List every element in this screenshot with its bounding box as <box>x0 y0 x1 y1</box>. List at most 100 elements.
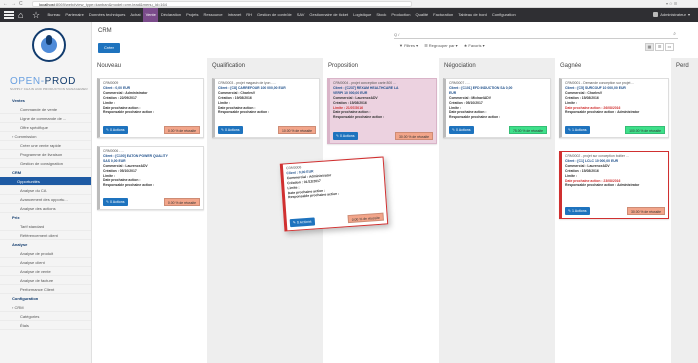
url-path: :8069/web#view_type=kanban&model=crm.lea… <box>54 2 167 7</box>
url-host: localhost <box>39 2 55 7</box>
sidebar-menu: Ventes Commande de vente Ligne de commande… <box>0 96 91 330</box>
menu-item-17[interactable]: Facturation <box>431 8 456 22</box>
card-field: Responsable prochaine action : <box>103 183 155 188</box>
sidebar-item[interactable]: Créer une vente rapide <box>0 141 91 150</box>
menu-item-1[interactable]: Partenaire <box>63 8 86 22</box>
menu-item-19[interactable]: Configuration <box>489 8 518 22</box>
menu-item-12[interactable]: Gestionnaire de ticket <box>307 8 351 22</box>
menu-item-15[interactable]: Production <box>389 8 413 22</box>
actions-button[interactable]: ✎ 0 Actions <box>449 126 474 134</box>
sidebar-item[interactable]: Programme de livraison <box>0 150 91 159</box>
sidebar-item[interactable]: Analyse de produit <box>0 249 91 258</box>
hamburger-menu-icon[interactable] <box>4 11 14 19</box>
actions-button[interactable]: ✎ 1 Actions <box>565 126 590 134</box>
browser-toolbar: ← → C localhost:8069/web#view_type=kanba… <box>0 0 698 8</box>
success-rate-badge: 100.00 % de réussite <box>625 126 665 134</box>
sidebar-item[interactable]: › Commission <box>0 132 91 141</box>
search-icon: ⌕ <box>673 31 676 37</box>
menu-item-8[interactable]: Intranet <box>225 8 244 22</box>
opportunity-card[interactable]: CRM0001 - Demande conception sur projet … <box>559 78 669 138</box>
browser-extension-icons[interactable]: ▾ ✩ ☰ <box>666 1 677 6</box>
chevron-down-icon: ▾ <box>687 12 690 17</box>
menu-item-3[interactable]: Achat <box>128 8 143 22</box>
sidebar-item[interactable]: Avancement des opportu... <box>0 195 91 204</box>
search-value: Q / <box>394 32 400 37</box>
sidebar-item[interactable]: Analyse client <box>0 258 91 267</box>
kanban-column: Perd <box>671 58 698 363</box>
sidebar-item[interactable]: Tarif standard <box>0 222 91 231</box>
menu-item-5[interactable]: Déclaration <box>158 8 183 22</box>
sidebar-item[interactable]: Référencement client <box>0 231 91 240</box>
menu-item-16[interactable]: Qualité <box>413 8 431 22</box>
opportunity-card[interactable]: CRM0009 Client : 0,00 EUR Commercial : Adm… <box>97 78 204 138</box>
address-bar[interactable]: localhost:8069/web#view_type=kanban&mode… <box>32 1 412 7</box>
sidebar-item[interactable]: Performance Client <box>0 285 91 294</box>
reload-icon[interactable]: C <box>19 1 23 7</box>
menu-item-6[interactable]: Projets <box>184 8 201 22</box>
form-view-icon[interactable]: ▭ <box>665 43 674 51</box>
column-title: Perd <box>676 63 689 69</box>
menu-item-4[interactable]: Vente <box>143 8 159 22</box>
sidebar-item[interactable]: Analyse de facture <box>0 276 91 285</box>
sidebar-item[interactable]: Analyse des actions <box>0 204 91 213</box>
user-name: Administrateur <box>660 12 686 17</box>
actions-button[interactable]: ✎ 1 Actions <box>565 207 590 215</box>
home-icon[interactable]: ⌂ <box>18 10 23 20</box>
opportunity-card[interactable]: CRM0008 Client : 0,00 EUR Commercial : Adm… <box>279 156 389 232</box>
menu-item-9[interactable]: RH <box>244 8 255 22</box>
success-rate-badge: 0.00 % de réussite <box>163 198 200 206</box>
kanban-view-icon[interactable]: ▦ <box>645 43 654 51</box>
user-menu[interactable]: Administrateur ▾ <box>653 12 690 17</box>
filters-dropdown[interactable]: ▼ Filtres ▾ <box>399 43 418 48</box>
success-rate-badge: 30.00 % de réussite <box>395 132 433 140</box>
actions-button[interactable]: ✎ 0 Actions <box>289 217 315 228</box>
create-button[interactable]: Créer <box>98 43 120 53</box>
sidebar-section: Configuration <box>12 296 39 301</box>
sidebar-item[interactable]: Étals <box>0 321 91 330</box>
sidebar-item[interactable]: Commande de vente <box>0 105 91 114</box>
opportunity-card[interactable]: CRM0007 - ... Client : [C101] EFD INDUCTI… <box>443 78 551 138</box>
favorites-dropdown[interactable]: ★ Favoris ▾ <box>464 43 485 48</box>
actions-button[interactable]: ✎ 0 Actions <box>333 132 358 140</box>
list-view-icon[interactable]: ☰ <box>655 43 664 51</box>
success-rate-badge: 10.00 % de réussite <box>278 126 316 134</box>
menu-item-7[interactable]: Ressource <box>201 8 225 22</box>
sidebar-section: Prix <box>12 215 20 220</box>
sidebar-item[interactable]: Ligne de commande de ... <box>0 114 91 123</box>
sidebar-item[interactable]: Gestion de consignation <box>0 159 91 168</box>
sidebar-item[interactable]: Analyse de vente <box>0 267 91 276</box>
sidebar-item[interactable]: Analyse du CA <box>0 186 91 195</box>
actions-button[interactable]: ✎ 0 Actions <box>103 126 128 134</box>
opportunity-card[interactable]: CRM0003 - projet magasin de lyon - ... Cl… <box>212 78 320 138</box>
logo-open: OPEN- <box>10 76 45 87</box>
menu-item-18[interactable]: Tableau de bord <box>456 8 490 22</box>
search-options: ▼ Filtres ▾ ☰ Regrouper par ▾ ★ Favoris … <box>399 43 485 48</box>
opportunity-card[interactable]: CRM0002 - projet sur conception boitier … <box>559 151 669 219</box>
favorites-star-icon[interactable]: ☆ <box>32 10 40 20</box>
menu-item-10[interactable]: Gestion de contrôle <box>255 8 295 22</box>
search-input[interactable]: Q / ⌕ <box>394 30 678 39</box>
column-title: Négociation <box>444 63 476 69</box>
opportunity-card[interactable]: CRM0006 - ... Client : [C100] EATON POWER… <box>97 146 204 210</box>
menu-item-0[interactable]: Bureau <box>45 8 63 22</box>
menu-item-13[interactable]: Logistique <box>351 8 374 22</box>
sidebar-item[interactable]: › CRM <box>0 303 91 312</box>
card-field: Responsable prochaine action : Administr… <box>565 110 640 115</box>
opportunity-card[interactable]: CRM0004 - projet conception carte 800 ..… <box>327 78 437 144</box>
column-title: Proposition <box>328 63 359 69</box>
back-arrow-icon[interactable]: ← <box>3 1 8 7</box>
menu-item-2[interactable]: Données techniques <box>86 8 127 22</box>
column-title: Qualification <box>212 63 246 69</box>
group-by-dropdown[interactable]: ☰ Regrouper par ▾ <box>424 43 458 48</box>
sidebar-item[interactable]: Offre spécifique <box>0 123 91 132</box>
sidebar-item[interactable]: Catégories <box>0 312 91 321</box>
menu-item-11[interactable]: SAV <box>294 8 307 22</box>
app-menu-bar: ⌂ ☆ Bureau Partenaire Données techniques Ac… <box>0 8 698 22</box>
logo-tagline: SUPPLY CHAIN AND PRODUCTION MANAGEMENT <box>10 87 88 91</box>
forward-arrow-icon[interactable]: → <box>11 1 16 7</box>
actions-button[interactable]: ✎ 0 Actions <box>103 198 128 206</box>
sidebar-item[interactable]: Opportunités <box>0 177 91 186</box>
actions-button[interactable]: ✎ 0 Actions <box>218 126 243 134</box>
page-title: CRM <box>98 28 112 34</box>
menu-item-14[interactable]: Stock <box>374 8 389 22</box>
